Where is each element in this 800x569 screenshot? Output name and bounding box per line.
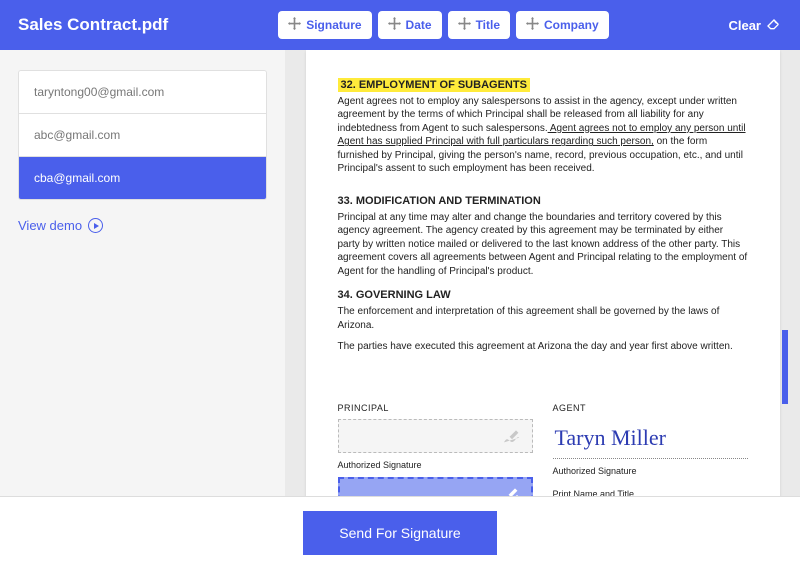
date-tool-label: Date bbox=[406, 18, 432, 32]
section-heading: 32. EMPLOYMENT OF SUBAGENTS bbox=[338, 78, 748, 93]
section-body: Agent agrees not to employ any salespers… bbox=[338, 95, 748, 176]
agent-signature: Taryn Miller bbox=[553, 419, 748, 457]
recipient-item[interactable]: cba@gmail.com bbox=[19, 157, 266, 199]
auth-sig-label: Authorized Signature bbox=[553, 465, 748, 477]
move-icon bbox=[388, 17, 401, 33]
signature-line bbox=[553, 458, 748, 459]
principal-label: PRINCIPAL bbox=[338, 402, 533, 414]
agent-column: AGENT Taryn Miller Authorized Signature … bbox=[553, 402, 748, 496]
play-icon bbox=[88, 218, 103, 233]
view-demo-link[interactable]: View demo bbox=[18, 218, 267, 233]
clear-label: Clear bbox=[728, 18, 761, 33]
section-heading: 34. GOVERNING LAW bbox=[338, 288, 748, 303]
main-area: taryntong00@gmail.com abc@gmail.com cba@… bbox=[0, 50, 800, 496]
pen-icon bbox=[501, 486, 521, 496]
document-viewport[interactable]: 32. EMPLOYMENT OF SUBAGENTS Agent agrees… bbox=[285, 50, 800, 496]
toolbar: Signature Date Title Company bbox=[278, 11, 609, 39]
document-page: 32. EMPLOYMENT OF SUBAGENTS Agent agrees… bbox=[306, 50, 780, 496]
section-heading: 33. MODIFICATION AND TERMINATION bbox=[338, 194, 748, 209]
title-tool-label: Title bbox=[476, 18, 500, 32]
move-icon bbox=[526, 17, 539, 33]
move-icon bbox=[288, 17, 301, 33]
date-tool[interactable]: Date bbox=[378, 11, 442, 39]
agent-label: AGENT bbox=[553, 402, 748, 414]
auth-sig-label: Authorized Signature bbox=[338, 459, 533, 471]
pen-icon bbox=[502, 428, 522, 444]
signature-tool[interactable]: Signature bbox=[278, 11, 371, 39]
company-tool[interactable]: Company bbox=[516, 11, 609, 39]
scrollbar-thumb[interactable] bbox=[782, 330, 788, 404]
signature-row: PRINCIPAL Authorized Signature AGENT Tar… bbox=[338, 402, 748, 496]
section-body: The enforcement and interpretation of th… bbox=[338, 305, 748, 332]
title-tool[interactable]: Title bbox=[448, 11, 510, 39]
company-tool-label: Company bbox=[544, 18, 599, 32]
recipient-item[interactable]: abc@gmail.com bbox=[19, 114, 266, 157]
move-icon bbox=[458, 17, 471, 33]
send-for-signature-button[interactable]: Send For Signature bbox=[303, 511, 496, 555]
signature-placeholder[interactable] bbox=[338, 419, 533, 453]
eraser-icon bbox=[766, 16, 782, 35]
app-header: Sales Contract.pdf Signature Date Title … bbox=[0, 0, 800, 50]
section-body: Principal at any time may alter and chan… bbox=[338, 211, 748, 279]
sidebar: taryntong00@gmail.com abc@gmail.com cba@… bbox=[0, 50, 285, 496]
view-demo-label: View demo bbox=[18, 218, 82, 233]
principal-column: PRINCIPAL Authorized Signature bbox=[338, 402, 533, 496]
signature-tool-label: Signature bbox=[306, 18, 361, 32]
section-body: The parties have executed this agreement… bbox=[338, 340, 748, 354]
document-title: Sales Contract.pdf bbox=[18, 15, 168, 35]
clear-button[interactable]: Clear bbox=[728, 16, 782, 35]
recipient-list: taryntong00@gmail.com abc@gmail.com cba@… bbox=[18, 70, 267, 200]
recipient-item[interactable]: taryntong00@gmail.com bbox=[19, 71, 266, 114]
print-name-label: Print Name and Title bbox=[553, 488, 748, 497]
signature-field-active[interactable] bbox=[338, 477, 533, 496]
footer: Send For Signature bbox=[0, 496, 800, 569]
